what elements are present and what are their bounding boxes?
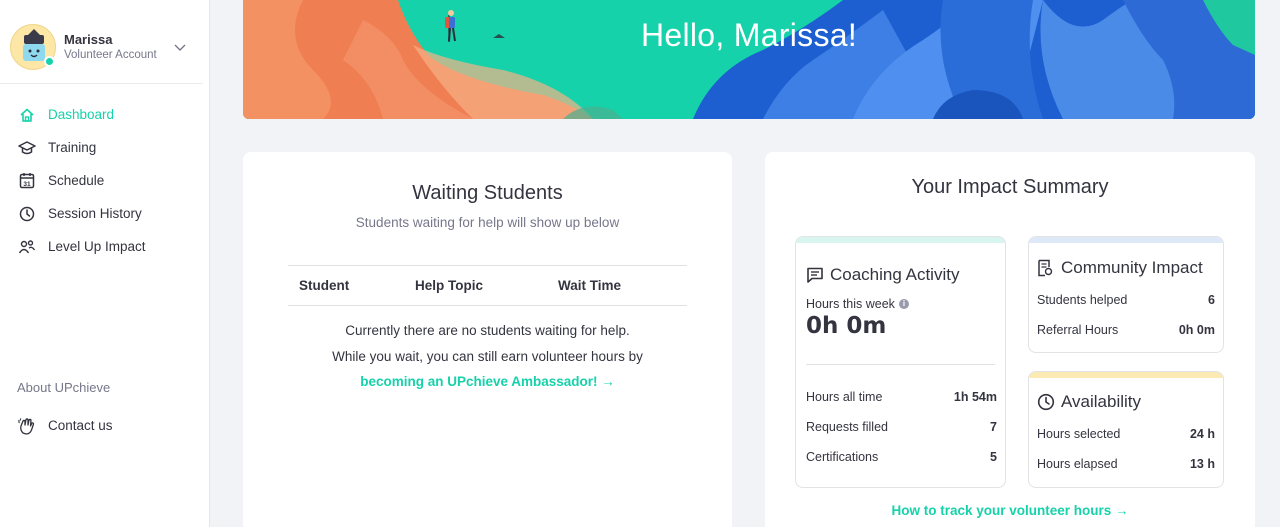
stat-value: 24 h	[1189, 427, 1215, 441]
sidebar-item-schedule[interactable]: 31 Schedule	[0, 164, 209, 197]
availability-heading: Availability	[1037, 392, 1141, 412]
clock-icon	[18, 205, 36, 223]
about-link[interactable]: About UPchieve	[17, 380, 110, 395]
column-wait-time: Wait Time	[558, 278, 622, 293]
sidebar-nav: Dashboard Training 31 Schedule Session H…	[0, 98, 209, 263]
sidebar-item-session-history[interactable]: Session History	[0, 197, 209, 230]
impact-summary-title: Your Impact Summary	[911, 176, 1109, 198]
stat-row: Hours selected 24 h	[1037, 427, 1215, 441]
avatar	[10, 23, 56, 70]
coaching-activity-title: Coaching Activity	[830, 265, 960, 284]
stat-value: 6	[1208, 293, 1215, 307]
waiting-students-subtitle: Students waiting for help will show up b…	[355, 215, 620, 230]
sidebar-item-training[interactable]: Training	[0, 131, 209, 164]
stat-row: Requests filled 7	[806, 420, 997, 434]
stat-label: Students helped	[1037, 293, 1128, 307]
community-impact-heading: Community Impact	[1037, 258, 1203, 278]
contact-us-link[interactable]: Contact us	[0, 409, 210, 442]
profile-menu[interactable]: Marissa Volunteer Account	[0, 0, 203, 84]
sidebar: Marissa Volunteer Account Dashboard Trai…	[0, 0, 210, 527]
sidebar-item-label: Schedule	[48, 173, 105, 188]
graduation-cap-icon	[18, 139, 36, 157]
column-student: Student	[299, 278, 350, 293]
profile-name: Marissa	[64, 31, 113, 47]
people-icon	[18, 238, 36, 256]
sidebar-item-label: Level Up Impact	[48, 239, 146, 254]
community-impact-card: Community Impact Students helped 6 Referr…	[1028, 236, 1224, 353]
stat-label: Certifications	[806, 450, 879, 464]
stat-row: Hours all time 1h 54m	[806, 390, 997, 404]
stat-label: Hours selected	[1037, 427, 1121, 441]
home-icon	[18, 106, 36, 124]
welcome-banner: Hello, Marissa!	[243, 0, 1255, 119]
community-impact-title: Community Impact	[1061, 258, 1203, 277]
certificate-icon	[1037, 259, 1055, 277]
waiting-students-table-header: Student Help Topic Wait Time	[288, 265, 687, 306]
waiting-students-card: Waiting Students Students waiting for he…	[243, 152, 732, 527]
stat-label: Referral Hours	[1037, 323, 1119, 337]
sidebar-item-dashboard[interactable]: Dashboard	[0, 98, 209, 131]
calendar-icon: 31	[18, 172, 36, 190]
track-hours-link[interactable]: How to track your volunteer hours →	[765, 503, 1255, 518]
empty-message: Currently there are no students waiting …	[345, 323, 630, 338]
earn-hours-message: While you wait, you can still earn volun…	[332, 349, 643, 364]
coaching-activity-heading: Coaching Activity	[806, 265, 959, 285]
availability-title: Availability	[1061, 392, 1142, 411]
greeting-title: Hello, Marissa!	[640, 17, 858, 53]
stat-label: Requests filled	[806, 420, 888, 434]
clock-icon	[1037, 393, 1055, 411]
column-help-topic: Help Topic	[415, 278, 484, 293]
hours-this-week-label: Hours this week i	[806, 297, 909, 311]
ambassador-link[interactable]: becoming an UPchieve Ambassador! →	[243, 374, 732, 389]
profile-role: Volunteer Account	[64, 48, 157, 61]
sidebar-item-level-up-impact[interactable]: Level Up Impact	[0, 230, 209, 263]
impact-summary-card: Your Impact Summary Coaching Activity Ho…	[765, 152, 1255, 527]
contact-us-label: Contact us	[48, 418, 113, 433]
waiting-students-title: Waiting Students	[412, 182, 563, 204]
stat-row: Referral Hours 0h 0m	[1037, 323, 1215, 337]
availability-card: Availability Hours selected 24 h Hours el…	[1028, 371, 1224, 488]
sidebar-item-label: Training	[48, 140, 97, 155]
stat-label: Hours elapsed	[1037, 457, 1118, 471]
stat-row: Students helped 6	[1037, 293, 1215, 307]
stat-value: 7	[990, 420, 997, 434]
online-status-icon	[44, 55, 55, 67]
sidebar-item-label: Session History	[48, 206, 142, 221]
chat-icon	[806, 266, 824, 284]
sidebar-item-label: Dashboard	[48, 107, 115, 122]
stat-value: 1h 54m	[953, 390, 997, 404]
waving-hand-icon	[18, 417, 36, 435]
hours-this-week-text: Hours this week	[806, 297, 895, 311]
stat-value: 13 h	[1189, 457, 1215, 471]
info-icon[interactable]: i	[898, 299, 909, 309]
stat-row: Hours elapsed 13 h	[1037, 457, 1215, 471]
stat-value: 5	[990, 450, 997, 464]
stat-label: Hours all time	[806, 390, 883, 404]
stat-value: 0h 0m	[1178, 323, 1215, 337]
chevron-down-icon[interactable]	[173, 40, 187, 54]
calendar-day: 31	[23, 181, 31, 188]
hours-this-week-value: 0h 0m	[806, 313, 887, 339]
stat-row: Certifications 5	[806, 450, 997, 464]
coaching-activity-card: Coaching Activity Hours this week i 0h 0…	[795, 236, 1006, 488]
